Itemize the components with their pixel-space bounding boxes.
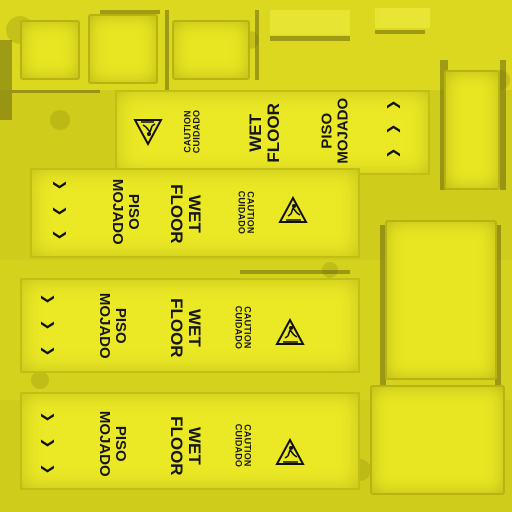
panel-top-left-b: [88, 14, 158, 84]
chevron-icon: ❯: [40, 463, 55, 475]
caution-cuidado-text: CAUTION CUIDADO: [236, 190, 256, 235]
piso-mojado-text: PISO MOJADO: [96, 410, 129, 477]
caution-cuidado-text: CAUTION CUIDADO: [233, 305, 253, 350]
panel-top-left-a: [20, 20, 80, 80]
piso-mojado-text: PISO MOJADO: [318, 97, 351, 164]
sign-strip-1: CAUTION CUIDADO WET FLOOR PISO MOJADO ❯ …: [115, 90, 430, 175]
chevron-icon: ❯: [40, 411, 55, 423]
piso-mojado-text: PISO MOJADO: [96, 292, 129, 359]
chevron-icon: ❯: [52, 205, 67, 217]
sign-strip-4: ❯ ❯ ❯ PISO MOJADO WET FLOOR CAUTION CUID…: [20, 392, 360, 490]
sign-strip-3: ❯ ❯ ❯ PISO MOJADO WET FLOOR CAUTION CUID…: [20, 278, 360, 373]
chevron-icon: ❯: [52, 179, 67, 191]
chevron-icon: ❯: [40, 293, 55, 305]
piso-mojado-text: PISO MOJADO: [109, 178, 142, 245]
wet-floor-text: WET FLOOR: [167, 298, 204, 358]
slippery-floor-warning-icon: [275, 438, 305, 465]
panel-bottom-right: [370, 385, 505, 495]
chevron-icon: ❯: [52, 229, 67, 241]
wet-floor-text: WET FLOOR: [246, 103, 283, 163]
wet-floor-sign-texture-atlas: CAUTION CUIDADO WET FLOOR PISO MOJADO ❯ …: [0, 0, 512, 512]
wet-floor-text: WET FLOOR: [167, 416, 204, 476]
chevron-icon: ❯: [386, 99, 401, 111]
panel-top-c: [172, 20, 250, 80]
panel-right-side: [444, 70, 500, 190]
sign-strip-2: ❯ ❯ ❯ PISO MOJADO WET FLOOR CAUTION CUID…: [30, 168, 360, 258]
caution-cuidado-text: CAUTION CUIDADO: [182, 109, 202, 154]
chevron-icon: ❯: [40, 319, 55, 331]
chevron-icon: ❯: [386, 147, 401, 159]
slippery-floor-warning-icon: [278, 196, 308, 223]
chevron-icon: ❯: [386, 123, 401, 135]
panel-right-lower: [385, 220, 497, 380]
chevron-icon: ❯: [40, 345, 55, 357]
caution-cuidado-text: CAUTION CUIDADO: [233, 423, 253, 468]
wet-floor-text: WET FLOOR: [167, 184, 204, 244]
slippery-floor-warning-icon: [133, 119, 163, 146]
slippery-floor-warning-icon: [275, 318, 305, 345]
chevron-icon: ❯: [40, 437, 55, 449]
